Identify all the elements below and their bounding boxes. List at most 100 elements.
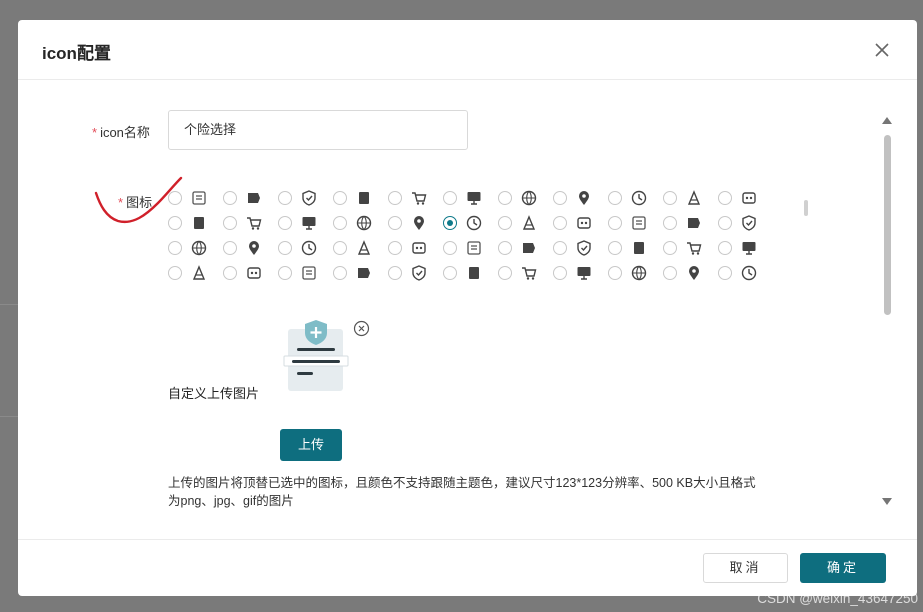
icon-option[interactable] [608,261,663,282]
icon-radio-button[interactable] [223,191,237,205]
icon-option[interactable] [388,186,443,210]
icon-option[interactable] [388,236,443,260]
icon-option[interactable] [663,261,718,282]
body-scrollbar[interactable] [881,113,893,505]
scroll-thumb[interactable] [884,135,891,315]
icon-radio-button[interactable] [718,266,732,280]
icon-radio-button[interactable] [278,266,292,280]
icon-radio-button[interactable] [553,191,567,205]
icon-option[interactable] [498,186,553,210]
icon-radio-button[interactable] [388,266,402,280]
icon-option[interactable] [663,211,718,235]
icon-radio-button[interactable] [553,266,567,280]
icon-radio-button[interactable] [388,216,402,230]
icon-radio-button[interactable] [443,241,457,255]
icon-radio-button[interactable] [663,266,677,280]
icon-option[interactable] [388,211,443,235]
upload-button[interactable]: 上传 [280,429,342,461]
icon-option[interactable] [333,261,388,282]
icon-option[interactable] [223,261,278,282]
icon-radio-button[interactable] [278,216,292,230]
icon-radio-button[interactable] [553,216,567,230]
icon-option[interactable] [388,261,443,282]
icon-config-dialog: icon配置 * icon名称 个险选择 * 图标 自定义上传图片 上传 上传的… [18,20,917,596]
icon-grid-scrollbar[interactable] [804,200,808,216]
icon-name-input[interactable]: 个险选择 [168,110,468,150]
icon-option[interactable] [278,211,333,235]
icon-radio-button[interactable] [223,266,237,280]
icon-option[interactable] [223,236,278,260]
icon-option[interactable] [608,236,663,260]
scroll-down-arrow-icon[interactable] [882,498,892,505]
icon-option[interactable] [608,211,663,235]
icon-option[interactable] [553,236,608,260]
icon-radio-button[interactable] [498,266,512,280]
icon-option[interactable] [223,211,278,235]
confirm-button[interactable]: 确定 [800,553,886,583]
icon-option[interactable] [278,236,333,260]
icon-radio-button[interactable] [443,191,457,205]
icon-option[interactable] [333,236,388,260]
icon-radio-button[interactable] [278,191,292,205]
icon-radio-button[interactable] [553,241,567,255]
icon-radio-button[interactable] [333,216,347,230]
icon-option[interactable] [168,236,223,260]
icon-radio-button[interactable] [718,241,732,255]
icon-radio-button[interactable] [663,191,677,205]
icon-radio-button[interactable] [278,241,292,255]
icon-option[interactable] [333,211,388,235]
icon-radio-button[interactable] [443,216,457,230]
icon-radio-button[interactable] [168,266,182,280]
icon-radio-button[interactable] [608,241,622,255]
icon-option[interactable] [168,211,223,235]
remove-image-icon[interactable] [353,320,370,337]
icon-option[interactable] [278,261,333,282]
icon-radio-button[interactable] [498,216,512,230]
icon-radio-button[interactable] [168,191,182,205]
icon-option[interactable] [498,261,553,282]
icon-option[interactable] [443,211,498,235]
icon-option[interactable] [498,236,553,260]
icon-option[interactable] [223,186,278,210]
icon-radio-button[interactable] [388,191,402,205]
icon-option[interactable] [718,211,768,235]
icon-radio-button[interactable] [608,216,622,230]
icon-radio-button[interactable] [498,241,512,255]
icon-option[interactable] [663,186,718,210]
icon-option[interactable] [608,186,663,210]
icon-option[interactable] [553,211,608,235]
icon-option[interactable] [443,236,498,260]
icon-option[interactable] [718,186,768,210]
icon-option[interactable] [663,236,718,260]
icon-radio-button[interactable] [498,191,512,205]
icon-option[interactable] [168,261,223,282]
icon-radio-button[interactable] [168,216,182,230]
icon-radio-button[interactable] [333,191,347,205]
icon-radio-button[interactable] [388,241,402,255]
icon-radio-button[interactable] [718,191,732,205]
icon-option[interactable] [718,261,768,282]
icon-option[interactable] [168,186,223,210]
cancel-button[interactable]: 取消 [703,553,788,583]
icon-option[interactable] [498,211,553,235]
icon-radio-button[interactable] [718,216,732,230]
close-icon[interactable] [871,39,893,61]
icon-radio-button[interactable] [663,216,677,230]
icon-radio-button[interactable] [168,241,182,255]
icon-option[interactable] [278,186,333,210]
icon-radio-button[interactable] [608,191,622,205]
icon-radio-button[interactable] [443,266,457,280]
icon-radio-button[interactable] [608,266,622,280]
icon-option[interactable] [443,261,498,282]
icon-option[interactable] [333,186,388,210]
icon-radio-button[interactable] [223,216,237,230]
icon-option[interactable] [718,236,768,260]
icon-radio-button[interactable] [333,266,347,280]
icon-radio-button[interactable] [333,241,347,255]
icon-option[interactable] [553,186,608,210]
icon-option[interactable] [553,261,608,282]
scroll-up-arrow-icon[interactable] [882,117,892,124]
icon-option[interactable] [443,186,498,210]
icon-radio-button[interactable] [663,241,677,255]
icon-radio-button[interactable] [223,241,237,255]
